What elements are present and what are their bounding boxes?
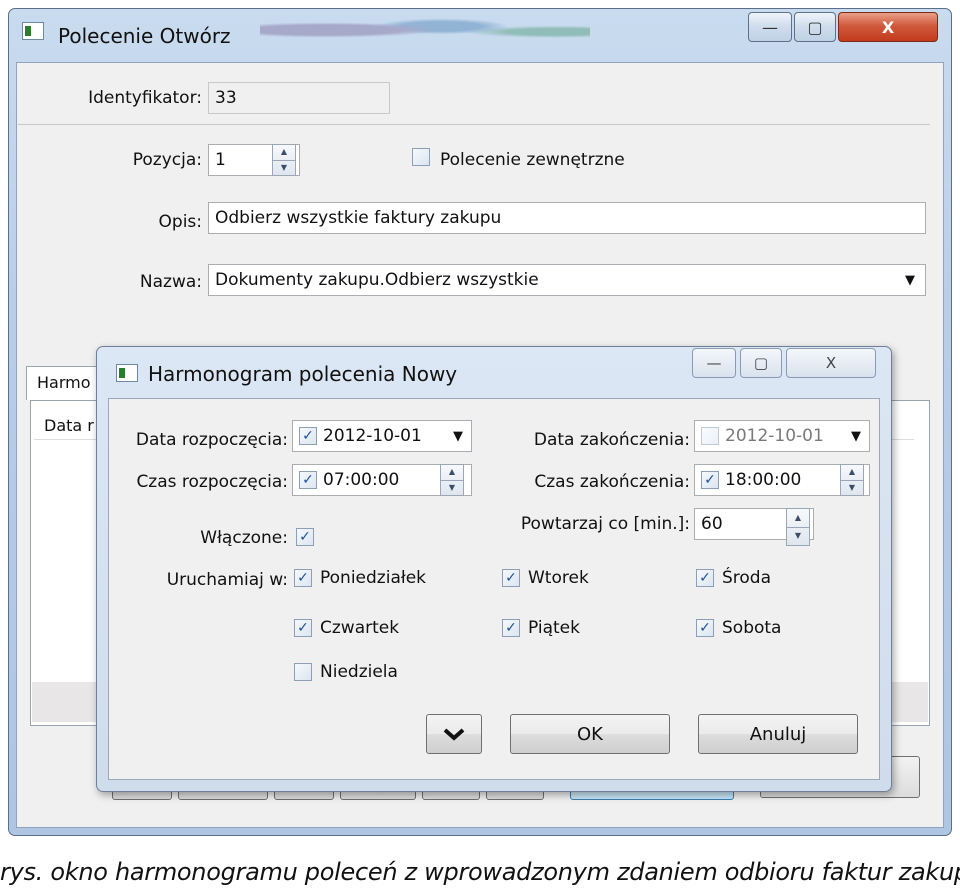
day-wednesday[interactable]: ✓ Środa — [696, 568, 771, 588]
identifier-value: 33 — [215, 88, 237, 108]
separator — [18, 124, 930, 125]
dropdown-arrow-icon[interactable]: ▼ — [905, 273, 915, 288]
expand-button[interactable] — [426, 714, 482, 754]
day-checkbox[interactable]: ✓ — [502, 569, 520, 587]
calendar-dropdown-icon[interactable]: ▼ — [851, 429, 861, 444]
day-friday[interactable]: ✓ Piątek — [502, 618, 580, 638]
name-dropdown[interactable]: Dokumenty zakupu.Odbierz wszystkie ▼ — [208, 264, 926, 296]
end-time-spinner[interactable]: ▲ ▼ — [840, 464, 864, 496]
close-icon: X — [825, 354, 837, 372]
end-date-checkbox[interactable]: ✓ — [701, 427, 719, 445]
external-command-label: Polecenie zewnętrzne — [440, 150, 625, 170]
description-input[interactable]: Odbierz wszystkie faktury zakupu — [208, 202, 926, 234]
day-checkbox[interactable]: ✓ — [294, 663, 312, 681]
day-label: Poniedziałek — [320, 568, 426, 588]
day-checkbox[interactable]: ✓ — [294, 569, 312, 587]
day-label: Piątek — [528, 618, 580, 638]
end-time-checkbox[interactable]: ✓ — [701, 471, 719, 489]
spin-up-icon[interactable]: ▲ — [273, 145, 295, 160]
minimize-icon: — — [706, 354, 722, 372]
maximize-button[interactable]: ▢ — [794, 12, 836, 42]
day-checkbox[interactable]: ✓ — [502, 619, 520, 637]
start-date-picker[interactable]: ✓ 2012-10-01 ▼ — [292, 420, 472, 452]
title-bar-decoration — [260, 12, 590, 48]
end-date-picker[interactable]: ✓ 2012-10-01 ▼ — [694, 420, 870, 452]
day-monday[interactable]: ✓ Poniedziałek — [294, 568, 426, 588]
day-label: Niedziela — [320, 662, 398, 682]
start-time-label: Czas rozpoczęcia: — [136, 472, 288, 492]
day-label: Środa — [722, 568, 772, 588]
day-checkbox[interactable]: ✓ — [294, 619, 312, 637]
column-header-date: Data r — [44, 416, 94, 435]
start-time-checkbox[interactable]: ✓ — [299, 471, 317, 489]
cancel-button[interactable]: Anuluj — [698, 714, 858, 754]
app-icon — [22, 22, 44, 40]
enabled-checkbox[interactable]: ✓ — [296, 528, 314, 546]
position-label: Pozycja: — [132, 150, 202, 170]
end-time-label: Czas zakończenia: — [534, 472, 690, 492]
tab-schedule-label: Harmo — [37, 373, 91, 392]
description-label: Opis: — [158, 212, 202, 232]
calendar-dropdown-icon[interactable]: ▼ — [453, 429, 463, 444]
identifier-field: 33 — [208, 82, 390, 114]
spin-down-icon[interactable]: ▼ — [273, 159, 295, 176]
spin-down-icon[interactable]: ▼ — [841, 479, 863, 496]
enabled-label: Włączone: — [200, 528, 288, 548]
chevron-down-icon — [443, 728, 465, 741]
end-time-value: 18:00:00 — [725, 470, 802, 490]
end-date-value: 2012-10-01 — [725, 426, 824, 446]
spin-up-icon[interactable]: ▲ — [841, 465, 863, 480]
dialog-maximize-button[interactable]: ▢ — [740, 348, 782, 378]
window-title: Polecenie Otwórz — [58, 24, 231, 48]
dialog-title: Harmonogram polecenia Nowy — [148, 362, 458, 386]
dialog-minimize-button[interactable]: — — [692, 348, 736, 378]
day-checkbox[interactable]: ✓ — [696, 619, 714, 637]
day-sunday[interactable]: ✓ Niedziela — [294, 662, 398, 682]
start-time-spinner[interactable]: ▲ ▼ — [440, 464, 464, 496]
spin-down-icon[interactable]: ▼ — [787, 526, 809, 546]
name-label: Nazwa: — [139, 272, 202, 292]
close-icon: X — [881, 17, 895, 37]
day-label: Sobota — [722, 618, 782, 638]
repeat-value: 60 — [701, 514, 723, 534]
position-value: 1 — [215, 150, 226, 170]
dialog-app-icon — [116, 364, 138, 382]
day-saturday[interactable]: ✓ Sobota — [696, 618, 781, 638]
repeat-label: Powtarzaj co [min.]: — [520, 514, 690, 534]
minimize-icon: — — [762, 17, 778, 37]
start-time-value: 07:00:00 — [323, 470, 400, 490]
description-value: Odbierz wszystkie faktury zakupu — [215, 208, 502, 228]
figure-caption: rys. okno harmonogramu poleceń z wprowad… — [0, 858, 960, 886]
name-value: Dokumenty zakupu.Odbierz wszystkie — [215, 270, 539, 290]
spin-up-icon[interactable]: ▲ — [441, 465, 463, 480]
minimize-button[interactable]: — — [748, 12, 792, 42]
dialog-close-button[interactable]: X — [786, 348, 876, 378]
spin-up-icon[interactable]: ▲ — [787, 509, 809, 527]
day-thursday[interactable]: ✓ Czwartek — [294, 618, 399, 638]
maximize-icon: ▢ — [807, 17, 823, 37]
identifier-label: Identyfikator: — [88, 88, 202, 108]
start-date-checkbox[interactable]: ✓ — [299, 427, 317, 445]
run-on-label: Uruchamiaj w: — [166, 570, 288, 590]
day-checkbox[interactable]: ✓ — [696, 569, 714, 587]
spin-down-icon[interactable]: ▼ — [441, 479, 463, 496]
position-spinner[interactable]: ▲ ▼ — [272, 144, 296, 176]
day-label: Czwartek — [320, 618, 400, 638]
close-button[interactable]: X — [838, 12, 938, 42]
day-label: Wtorek — [528, 568, 589, 588]
day-tuesday[interactable]: ✓ Wtorek — [502, 568, 589, 588]
external-command-checkbox[interactable]: ✓ — [412, 148, 430, 166]
maximize-icon: ▢ — [753, 354, 769, 372]
ok-button[interactable]: OK — [510, 714, 670, 754]
start-date-value: 2012-10-01 — [323, 426, 422, 446]
start-date-label: Data rozpoczęcia: — [135, 430, 288, 450]
repeat-spinner[interactable]: ▲ ▼ — [786, 508, 810, 546]
end-date-label: Data zakończenia: — [533, 430, 690, 450]
